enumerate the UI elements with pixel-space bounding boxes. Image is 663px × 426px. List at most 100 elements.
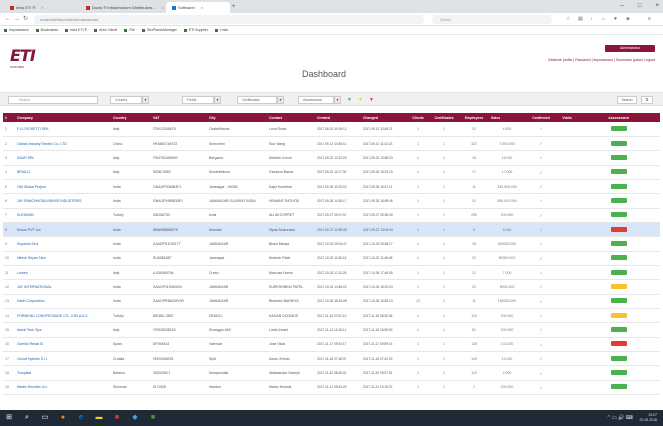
cell-company[interactable]: OM Global Project (15, 179, 111, 195)
browser-search-input[interactable]: Cerca (432, 15, 552, 24)
cell-company[interactable]: F.LLI ROSETTI SPA (15, 122, 111, 137)
home-icon[interactable]: ⌂ (602, 13, 605, 26)
cell-company[interactable]: Hitesh Shyan Tara (15, 251, 111, 266)
browser-tab-2[interactable]: Ducts ® Infrastructure Distributors... × (80, 2, 170, 13)
table-row[interactable]: 13 Harin Corporation India SAAOPRBASHV1R JAM… (3, 294, 660, 309)
app-icon[interactable]: ■ (148, 413, 158, 423)
filter-yellow-icon[interactable]: ▼ (356, 96, 365, 104)
cell-company[interactable]: Ensun PVT Ltd (15, 222, 111, 238)
cell-company[interactable]: Martin Smolder d.o. (15, 380, 111, 396)
task-view-icon[interactable]: ▭ (40, 413, 50, 423)
maximize-icon[interactable]: □ (638, 0, 642, 13)
close-tab-icon[interactable]: × (201, 5, 203, 10)
column-header[interactable]: Visits (557, 113, 577, 122)
cell-company[interactable]: BRIALLI (15, 165, 111, 180)
table-row[interactable]: 10 Hitesh Shyan Tara India SU6981887 Jamnaga… (3, 251, 660, 266)
bookmark-item[interactable]: Intra ETI ® (65, 26, 87, 34)
download-icon[interactable]: ↓ (590, 13, 593, 26)
store-icon[interactable]: ◆ (130, 413, 140, 423)
certificates-select[interactable]: Certificates ▼ (237, 96, 284, 104)
back-icon[interactable]: ← (5, 13, 11, 26)
eti-logo[interactable]: ETI SUPPLIERS (10, 47, 42, 75)
table-row[interactable]: 9 Suyamal Orol India SAADPS1190177 JAMNAGAR B… (3, 236, 660, 252)
bookmark-item[interactable]: Impostazioni (4, 26, 29, 34)
table-row[interactable]: 17 Circuit Hybrids S.r.l. Croatia HR2034609… (3, 351, 660, 367)
folder-icon[interactable]: ▬ (94, 413, 104, 423)
table-row[interactable]: 2 Global Industry Electric Co. LTD China HK… (3, 136, 660, 152)
column-header[interactable]: Assessment (577, 113, 660, 122)
edge-icon[interactable]: e (76, 413, 86, 423)
system-tray[interactable]: ⌃ ▭ 🔊 ⌨ (606, 410, 633, 426)
cell-company[interactable]: JAY RANCHHODA BRASS INDUSTRIES (15, 193, 111, 209)
reading-list-icon[interactable]: ▤ (578, 13, 583, 26)
filter-red-icon[interactable]: ▼ (367, 96, 376, 104)
menu-icon[interactable]: ≡ (648, 13, 651, 26)
star-icon[interactable]: ☆ (566, 13, 570, 26)
column-header[interactable]: Company (15, 113, 111, 122)
table-row[interactable]: 11 Lumen Italy 4-435369764 Crean Marcuss Homa… (3, 265, 660, 281)
cell-company[interactable]: Toroplast (15, 365, 111, 381)
table-row[interactable]: 5 OM Global Project India GNAOP004853F1 Jamn… (3, 179, 660, 195)
bookmark-item[interactable]: File (124, 26, 135, 34)
sort-icon[interactable]: ⇅ (641, 96, 653, 104)
table-row[interactable]: 8 Ensun PVT Ltd India IB06958888976 Mumbai Di… (3, 222, 660, 238)
column-header[interactable]: Contact (267, 113, 315, 122)
filter-green-icon[interactable]: ▼ (345, 96, 354, 104)
table-row[interactable]: 12 JAY INTERNATIONAL India SAAOPJ1934G0N JAM… (3, 279, 660, 295)
cell-company[interactable]: SAUR SRL (15, 150, 111, 166)
url-input[interactable]: localhost/eti/public/en/dashboard (34, 15, 424, 24)
table-row[interactable]: 4 BRIALLI Italy IM3674953 Montebelluna Gianlu… (3, 165, 660, 180)
search-input[interactable]: Search (8, 96, 98, 104)
close-tab-icon[interactable]: × (162, 5, 164, 10)
column-header[interactable]: Certificates (429, 113, 459, 122)
cell-company[interactable]: Suyamal Orol (15, 236, 111, 252)
bookmark-item[interactable]: ShoPlantoManager (142, 26, 177, 34)
cell-company[interactable]: Aerial Tech Spa (15, 322, 111, 338)
app-icon[interactable]: ■ (112, 413, 122, 423)
table-row[interactable]: 16 Garrido Redat Sl Spain SF094924 Valencia J… (3, 337, 660, 353)
reload-icon[interactable]: ↻ (23, 13, 28, 26)
cell-company[interactable]: Harin Corporation (15, 294, 111, 309)
cell-company[interactable]: KLEMSAN (15, 208, 111, 223)
user-badge[interactable]: Administrator (605, 45, 655, 52)
cell-company[interactable]: Garrido Redat Sl (15, 337, 111, 353)
cell-company[interactable]: FORMENLI LONGFEI BAGE CO., KIELA A.S. (15, 308, 111, 324)
table-row[interactable]: 19 Martin Smolder d.o. Slovenia SI71505 Mari… (3, 380, 660, 396)
table-row[interactable]: 1 F.LLI ROSETTI SPA Italy IT0012345678 Caste… (3, 122, 660, 137)
shield-icon[interactable]: ◈ (626, 13, 630, 26)
minimize-icon[interactable]: – (621, 0, 624, 13)
firefox-icon[interactable]: ● (58, 413, 68, 423)
search-icon[interactable]: ⌕ (22, 413, 32, 423)
column-header[interactable]: Created (315, 113, 361, 122)
column-header[interactable]: Country (111, 113, 151, 122)
column-header[interactable]: Confirmed (525, 113, 557, 122)
search-button[interactable]: Search (617, 96, 637, 104)
cell-company[interactable]: Lumen (15, 265, 111, 281)
table-row[interactable]: 7 KLEMSAN Turkey IS6266733 Izmir ALI AKCOPRET… (3, 208, 660, 223)
clock[interactable]: 13:07 22.05.2018 (639, 410, 657, 426)
table-row[interactable]: 15 Aerial Tech Spa Italy IT0945338153 Rovegg… (3, 322, 660, 338)
bookmark-item[interactable]: ETI Supplier (184, 26, 208, 34)
table-row[interactable]: 14 FORMENLI LONGFEI BAGE CO., KIELA A.S. T… (3, 308, 660, 324)
close-tab-icon[interactable]: × (41, 5, 43, 10)
table-row[interactable]: 3 SAUR SRL Italy IT04763455450 Bergamo Michel… (3, 150, 660, 166)
fields-select[interactable]: Fields ▼ (182, 96, 221, 104)
country-select[interactable]: Country ▼ (110, 96, 149, 104)
forward-icon[interactable]: → (14, 13, 20, 26)
top-links[interactable]: Gestione profilo | Password | Impostazio… (548, 58, 655, 62)
column-header[interactable]: VAT (151, 113, 207, 122)
browser-tab-3[interactable]: Softwarel × (166, 2, 230, 13)
column-header[interactable]: City (207, 113, 267, 122)
column-header[interactable]: Clients (407, 113, 429, 122)
close-window-icon[interactable]: × (655, 0, 659, 13)
cell-company[interactable]: Global Industry Electric Co. LTD (15, 136, 111, 152)
browser-tab-1[interactable]: Intra ETI ® × (4, 2, 50, 13)
table-row[interactable]: 18 Toroplast Belarus 390029671 Novopolotsk Al… (3, 365, 660, 381)
assessment-select[interactable]: Assessment ▼ (298, 96, 341, 104)
new-tab-icon[interactable]: + (232, 2, 236, 13)
bookmark-item[interactable]: Links (215, 26, 228, 34)
column-header[interactable]: # (3, 113, 15, 122)
table-row[interactable]: 6 JAY RANCHHODA BRASS INDUSTRIES India GNAO… (3, 193, 660, 209)
cell-company[interactable]: Circuit Hybrids S.r.l. (15, 351, 111, 367)
pocket-icon[interactable]: ♥ (614, 13, 617, 26)
